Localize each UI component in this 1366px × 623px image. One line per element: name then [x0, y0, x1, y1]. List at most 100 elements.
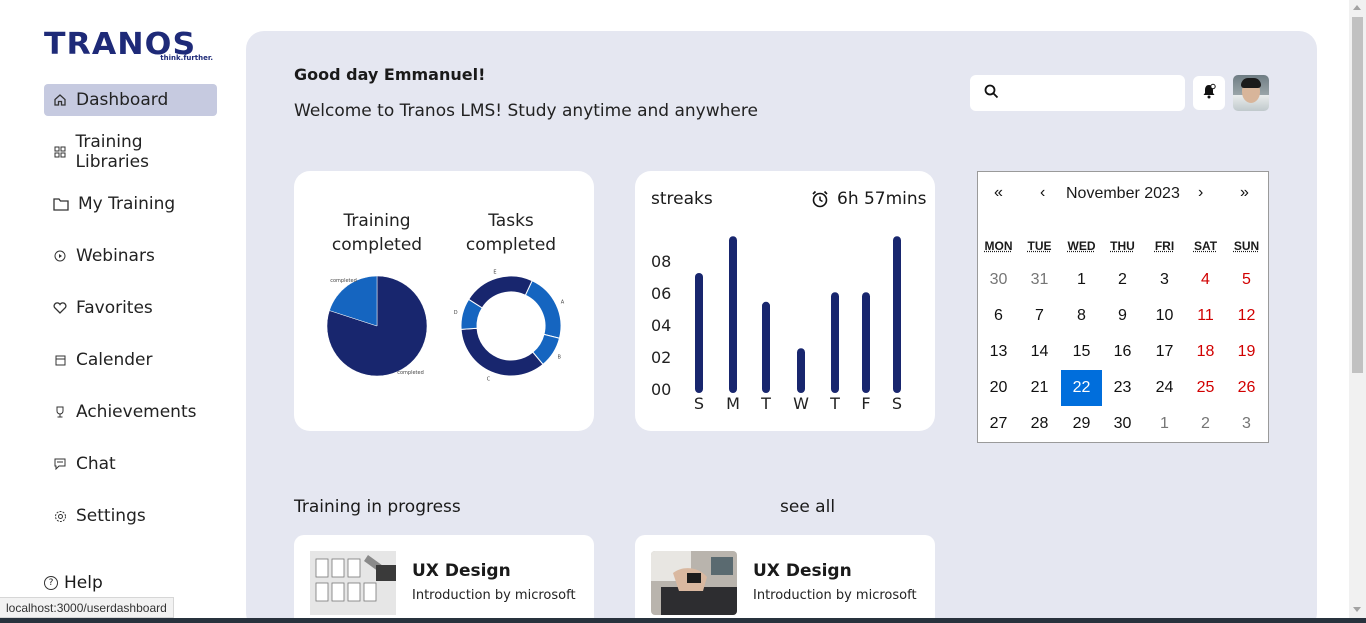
calendar: « ‹ November 2023 › » MON TUE WED THU FRI SAT… — [977, 171, 1269, 443]
calendar-day[interactable]: 16 — [1102, 334, 1143, 370]
gear-icon — [52, 508, 68, 524]
calendar-day[interactable]: 27 — [978, 406, 1019, 442]
calendar-prev-year-button[interactable]: « — [994, 184, 1003, 202]
calendar-day[interactable]: 30 — [978, 262, 1019, 298]
calendar-prev-month-button[interactable]: ‹ — [1040, 184, 1045, 202]
sidebar-item-training-libraries[interactable]: Training Libraries — [44, 132, 217, 172]
sidebar-item-chat[interactable]: Chat — [44, 448, 217, 480]
x-tick-label: S — [892, 394, 902, 413]
search-input[interactable] — [1007, 79, 1177, 107]
calendar-weekday: TUE — [1027, 239, 1052, 253]
calendar-day[interactable]: 24 — [1144, 370, 1185, 406]
help-link[interactable]: ? Help — [44, 573, 103, 593]
scroll-down-arrow-icon[interactable] — [1353, 607, 1361, 612]
calendar-next-month-button[interactable]: › — [1198, 184, 1203, 202]
tranos-logo[interactable]: TRANOS think.further. — [44, 30, 219, 66]
sidebar-item-label: Calender — [76, 350, 153, 370]
calendar-day[interactable]: 29 — [1061, 406, 1102, 442]
calendar-day[interactable]: 30 — [1102, 406, 1143, 442]
scroll-up-arrow-icon[interactable] — [1353, 5, 1361, 10]
page-scrollbar[interactable] — [1349, 0, 1366, 618]
calendar-day[interactable]: 17 — [1144, 334, 1185, 370]
calendar-day[interactable]: 31 — [1019, 262, 1060, 298]
x-tick-label: T — [829, 394, 840, 413]
calendar-day[interactable]: 10 — [1144, 298, 1185, 334]
calendar-day[interactable]: 25 — [1185, 370, 1226, 406]
sidebar-item-label: Webinars — [76, 246, 155, 266]
sidebar-item-my-training[interactable]: My Training — [44, 188, 217, 220]
calendar-weekday: WED — [1067, 239, 1096, 253]
help-label: Help — [64, 573, 103, 593]
help-icon: ? — [44, 576, 58, 590]
calendar-day[interactable]: 13 — [978, 334, 1019, 370]
calendar-day[interactable]: 1 — [1144, 406, 1185, 442]
calendar-day[interactable]: 18 — [1185, 334, 1226, 370]
sidebar-item-calender[interactable]: Calender — [44, 344, 217, 376]
tasks-donut-slice — [524, 280, 562, 339]
search-box[interactable] — [970, 75, 1185, 111]
calendar-day[interactable]: 28 — [1019, 406, 1060, 442]
calendar-day[interactable]: 3 — [1226, 406, 1267, 442]
streaks-bar-chart: 08 06 04 02 00 S M T W T F S — [651, 236, 902, 413]
calendar-day[interactable]: 22 — [1061, 370, 1102, 406]
course-card[interactable]: UX Design Introduction by microsoft — [294, 535, 594, 623]
y-tick-label: 06 — [651, 284, 671, 303]
calendar-weekday: SAT — [1193, 239, 1218, 253]
calendar-day[interactable]: 3 — [1144, 262, 1185, 298]
tasks-donut-slice-label: E — [493, 269, 496, 275]
calendar-day[interactable]: 1 — [1061, 262, 1102, 298]
sidebar-item-webinars[interactable]: Webinars — [44, 240, 217, 272]
x-tick-label: S — [694, 394, 704, 413]
calendar-day[interactable]: 9 — [1102, 298, 1143, 334]
calendar-day[interactable]: 26 — [1226, 370, 1267, 406]
calendar-day[interactable]: 2 — [1185, 406, 1226, 442]
calendar-day[interactable]: 12 — [1226, 298, 1267, 334]
scrollbar-thumb[interactable] — [1352, 17, 1363, 373]
calendar-weekday: FRI — [1154, 239, 1175, 253]
calendar-day[interactable]: 14 — [1019, 334, 1060, 370]
sidebar-item-label: Favorites — [76, 298, 153, 318]
y-tick-label: 08 — [651, 252, 671, 271]
avatar[interactable] — [1233, 75, 1269, 111]
tasks-donut-slice — [460, 327, 544, 377]
calendar-day[interactable]: 7 — [1019, 298, 1060, 334]
x-tick-label: T — [760, 394, 771, 413]
course-card[interactable]: UX Design Introduction by microsoft — [635, 535, 935, 623]
tasks-donut-slice-label: C — [487, 376, 491, 382]
play-circle-icon — [52, 248, 68, 264]
sidebar-item-label: Achievements — [76, 402, 197, 422]
notification-button[interactable] — [1193, 76, 1225, 110]
tasks-donut-slice — [468, 275, 533, 309]
status-url: localhost:3000/userdashboard — [0, 597, 174, 618]
greeting: Good day Emmanuel! — [294, 65, 486, 84]
calendar-day[interactable]: 2 — [1102, 262, 1143, 298]
calendar-month-label[interactable]: November 2023 — [1066, 185, 1180, 203]
y-tick-label: 02 — [651, 348, 671, 367]
calendar-day[interactable]: 23 — [1102, 370, 1143, 406]
calendar-day[interactable]: 11 — [1185, 298, 1226, 334]
calendar-day[interactable]: 6 — [978, 298, 1019, 334]
sidebar: TRANOS think.further. Dashboard Training… — [0, 0, 246, 623]
calendar-day[interactable]: 15 — [1061, 334, 1102, 370]
calendar-day[interactable]: 5 — [1226, 262, 1267, 298]
sidebar-item-achievements[interactable]: Achievements — [44, 396, 217, 428]
calendar-weekday: MON — [984, 239, 1013, 253]
heart-icon — [52, 300, 68, 316]
calendar-day[interactable]: 19 — [1226, 334, 1267, 370]
course-thumbnail — [310, 551, 396, 615]
sidebar-item-favorites[interactable]: Favorites — [44, 292, 217, 324]
calendar-day[interactable]: 21 — [1019, 370, 1060, 406]
sidebar-item-settings[interactable]: Settings — [44, 500, 217, 532]
avatar-hair — [1241, 78, 1261, 88]
x-tick-label: F — [861, 394, 870, 413]
main-panel: Good day Emmanuel! Welcome to Tranos LMS… — [246, 31, 1317, 623]
course-subtitle: Introduction by microsoft — [753, 588, 917, 603]
calendar-next-year-button[interactable]: » — [1240, 184, 1249, 202]
calendar-day[interactable]: 20 — [978, 370, 1019, 406]
completion-card: Training completed Tasks completed compl… — [294, 171, 594, 431]
calendar-day[interactable]: 8 — [1061, 298, 1102, 334]
see-all-link[interactable]: see all — [780, 497, 835, 517]
sidebar-item-dashboard[interactable]: Dashboard — [44, 84, 217, 116]
calendar-day[interactable]: 4 — [1185, 262, 1226, 298]
sidebar-item-label: Settings — [76, 506, 146, 526]
